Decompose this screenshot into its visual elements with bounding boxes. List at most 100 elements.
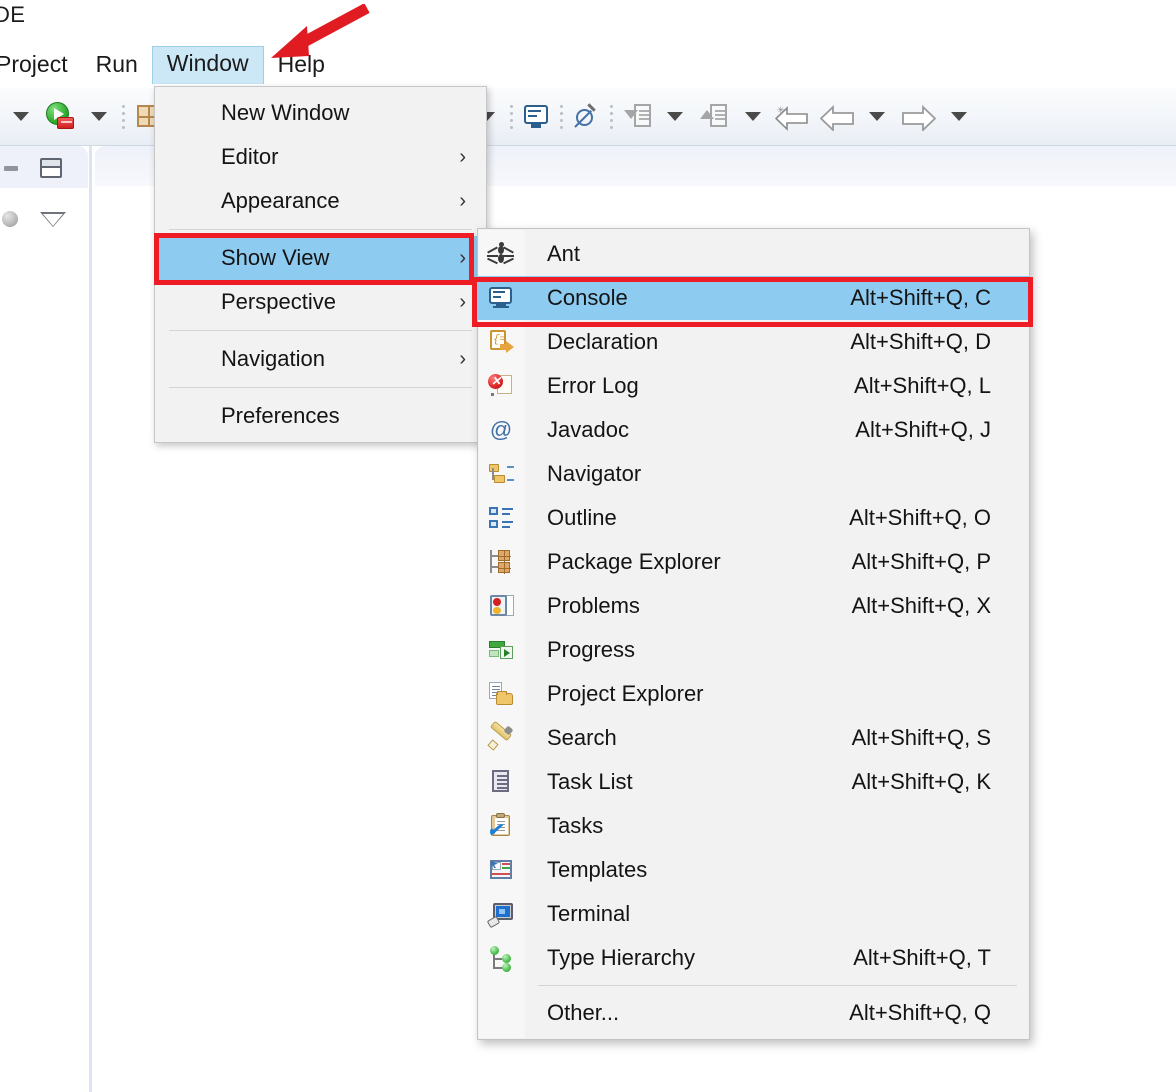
submenu-item-label: Other... bbox=[547, 1000, 620, 1025]
submenu-item-console[interactable]: Console Alt+Shift+Q, C bbox=[478, 276, 1029, 320]
menu-bar: Project Run Window Help bbox=[0, 44, 1176, 86]
menu-item-new-window[interactable]: New Window bbox=[155, 91, 486, 135]
outline-icon bbox=[478, 496, 524, 540]
progress-icon bbox=[478, 628, 524, 672]
forward-dropdown-caret[interactable] bbox=[942, 99, 976, 135]
submenu-item-progress[interactable]: Progress bbox=[478, 628, 1029, 672]
back-dropdown-caret[interactable] bbox=[860, 99, 894, 135]
step-into-button[interactable] bbox=[618, 99, 658, 135]
submenu-item-label: Declaration bbox=[547, 329, 659, 354]
submenu-item-search[interactable]: Search Alt+Shift+Q, S bbox=[478, 716, 1029, 760]
submenu-item-accel: Alt+Shift+Q, T bbox=[853, 945, 991, 970]
step-into-icon bbox=[624, 103, 652, 131]
submenu-item-javadoc[interactable]: @ Javadoc Alt+Shift+Q, J bbox=[478, 408, 1029, 452]
submenu-item-other[interactable]: Other... Alt+Shift+Q, Q bbox=[478, 991, 1029, 1035]
eclipse-ide-window: DE Project Run Window Help ✦ bbox=[0, 0, 1176, 1092]
submenu-item-package-explorer[interactable]: Package Explorer Alt+Shift+Q, P bbox=[478, 540, 1029, 584]
menu-separator bbox=[169, 229, 472, 230]
submenu-item-label: Search bbox=[547, 725, 617, 750]
submenu-item-accel: Alt+Shift+Q, J bbox=[855, 417, 991, 442]
error-log-icon: ✕ bbox=[478, 364, 524, 408]
package-explorer-icon bbox=[478, 540, 524, 584]
run-green-play-icon bbox=[45, 101, 75, 132]
submenu-item-project-explorer[interactable]: Project Explorer bbox=[478, 672, 1029, 716]
title-bar: DE bbox=[0, 0, 1176, 40]
javadoc-icon: @ bbox=[489, 417, 513, 442]
arrow-right-icon bbox=[902, 104, 936, 131]
menu-separator bbox=[169, 330, 472, 331]
submenu-item-accel: Alt+Shift+Q, K bbox=[851, 769, 991, 794]
dropdown-caret-left[interactable] bbox=[4, 99, 38, 135]
back-star-arrow-icon: ✳ bbox=[775, 105, 808, 131]
console-button[interactable] bbox=[518, 99, 554, 135]
caret-down-icon bbox=[869, 112, 885, 121]
toolbar-separator bbox=[504, 102, 518, 132]
menu-item-preferences[interactable]: Preferences bbox=[155, 394, 486, 438]
submenu-item-label: Error Log bbox=[547, 373, 639, 398]
submenu-item-problems[interactable]: Problems Alt+Shift+Q, X bbox=[478, 584, 1029, 628]
view-menu-caret-icon[interactable] bbox=[40, 211, 66, 227]
step-return-icon bbox=[700, 103, 728, 131]
submenu-item-outline[interactable]: Outline Alt+Shift+Q, O bbox=[478, 496, 1029, 540]
submenu-item-navigator[interactable]: Navigator bbox=[478, 452, 1029, 496]
menubar-item-run[interactable]: Run bbox=[82, 47, 152, 84]
submenu-item-declaration[interactable]: {= Declaration Alt+Shift+Q, D bbox=[478, 320, 1029, 364]
menu-item-label: Preferences bbox=[221, 403, 340, 428]
show-view-submenu: Ant Console Alt+Shift+Q, C {= Declaratio… bbox=[477, 228, 1030, 1040]
back-button[interactable] bbox=[812, 99, 860, 135]
skip-breakpoints-button[interactable] bbox=[568, 99, 604, 135]
submenu-item-terminal[interactable]: Terminal bbox=[478, 892, 1029, 936]
submenu-item-label: Task List bbox=[547, 769, 633, 794]
menubar-item-window[interactable]: Window bbox=[151, 46, 264, 84]
submenu-item-accel: Alt+Shift+Q, S bbox=[851, 725, 991, 750]
submenu-item-accel: Alt+Shift+Q, C bbox=[850, 285, 991, 310]
menu-item-appearance[interactable]: Appearance › bbox=[155, 179, 486, 223]
toolbar-separator bbox=[116, 102, 130, 132]
no-symbol-pen-icon bbox=[574, 102, 598, 129]
left-view-tab-icons bbox=[0, 156, 88, 180]
sphere-icon[interactable] bbox=[2, 211, 18, 227]
caret-down-icon bbox=[13, 112, 29, 121]
menu-item-editor[interactable]: Editor › bbox=[155, 135, 486, 179]
back-to-button[interactable]: ✳ bbox=[770, 99, 812, 135]
task-list-icon bbox=[478, 760, 524, 804]
submenu-item-accel: Alt+Shift+Q, D bbox=[850, 329, 991, 354]
submenu-item-task-list[interactable]: Task List Alt+Shift+Q, K bbox=[478, 760, 1029, 804]
menu-item-show-view[interactable]: Show View › bbox=[155, 236, 486, 280]
submenu-item-type-hierarchy[interactable]: Type Hierarchy Alt+Shift+Q, T bbox=[478, 936, 1029, 980]
submenu-item-tasks[interactable]: ✔ Tasks bbox=[478, 804, 1029, 848]
run-button[interactable] bbox=[38, 99, 82, 135]
menu-item-perspective[interactable]: Perspective › bbox=[155, 280, 486, 324]
menu-item-label: New Window bbox=[221, 100, 350, 125]
tasks-icon: ✔ bbox=[478, 804, 524, 848]
restore-view-icon[interactable] bbox=[40, 158, 62, 178]
window-dropdown-menu: New Window Editor › Appearance › Show Vi… bbox=[154, 86, 487, 443]
step-into-dropdown-caret[interactable] bbox=[658, 99, 692, 135]
step-return-dropdown-caret[interactable] bbox=[736, 99, 770, 135]
terminal-icon bbox=[478, 892, 524, 936]
chevron-right-icon: › bbox=[459, 190, 466, 212]
toolbar-separator bbox=[604, 102, 618, 132]
menu-item-label: Editor bbox=[221, 144, 279, 169]
no-icon-placeholder bbox=[478, 991, 524, 1035]
submenu-item-templates[interactable]: Templates bbox=[478, 848, 1029, 892]
forward-button[interactable] bbox=[894, 99, 942, 135]
submenu-item-ant[interactable]: Ant bbox=[478, 232, 1029, 276]
menu-item-navigation[interactable]: Navigation › bbox=[155, 337, 486, 381]
submenu-item-label: Ant bbox=[547, 241, 581, 266]
run-dropdown-caret[interactable] bbox=[82, 99, 116, 135]
menu-item-label: Appearance bbox=[221, 188, 340, 213]
caret-down-icon bbox=[667, 112, 683, 121]
menubar-item-project[interactable]: Project bbox=[0, 47, 82, 84]
submenu-item-label: Package Explorer bbox=[547, 549, 721, 574]
type-hierarchy-icon bbox=[478, 936, 524, 980]
arrow-left-icon bbox=[820, 104, 854, 131]
submenu-item-error-log[interactable]: ✕ Error Log Alt+Shift+Q, L bbox=[478, 364, 1029, 408]
project-explorer-icon bbox=[478, 672, 524, 716]
submenu-item-label: Project Explorer bbox=[547, 681, 704, 706]
minimize-view-icon[interactable] bbox=[4, 161, 20, 175]
step-return-button[interactable] bbox=[692, 99, 736, 135]
submenu-item-accel: Alt+Shift+Q, O bbox=[849, 505, 991, 530]
left-view-stack bbox=[0, 146, 88, 1092]
submenu-item-label: Navigator bbox=[547, 461, 642, 486]
